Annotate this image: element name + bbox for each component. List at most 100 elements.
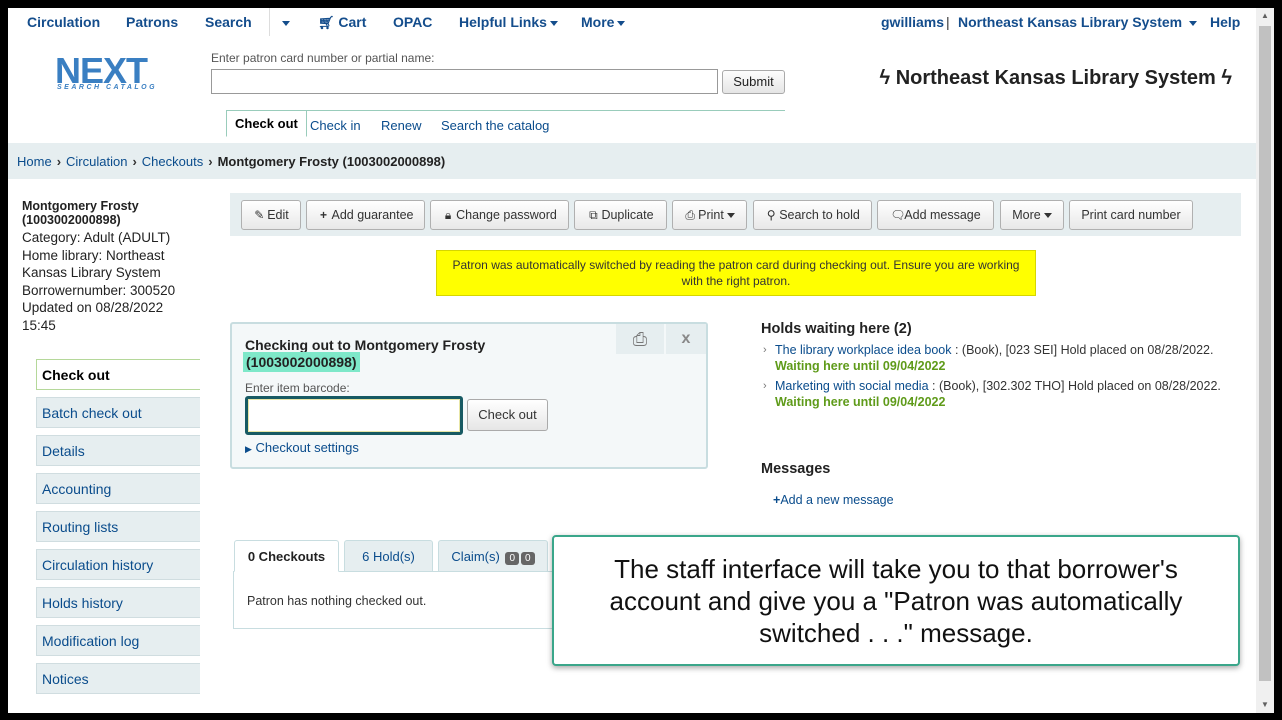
nav-user-separator: | — [946, 14, 950, 30]
search-to-hold-button[interactable]: ⚲ Search to hold — [753, 200, 872, 230]
duplicate-label: Duplicate — [601, 208, 654, 222]
checkout-settings-toggle[interactable]: ▶ Checkout settings — [245, 440, 359, 455]
nav-more-label: More — [581, 14, 615, 30]
nav-search[interactable]: Search — [205, 14, 252, 30]
vertical-scrollbar[interactable]: ▲ ▼ — [1256, 8, 1274, 713]
subtabs-divider — [226, 110, 785, 111]
printer-icon: ⎙ — [685, 208, 695, 222]
patron-borrowernumber: Borrowernumber: 300520 — [22, 282, 176, 298]
edit-label: Edit — [267, 208, 289, 222]
side-menu-holds-history[interactable]: Holds history — [36, 587, 200, 618]
claims-badge: 0 — [505, 552, 519, 565]
barcode-label: Enter item barcode: — [245, 381, 350, 395]
patron-search-input[interactable] — [211, 69, 718, 94]
caret-down-icon — [1188, 20, 1197, 26]
speech-bubble-icon: 🗨︎ — [890, 208, 906, 222]
nav-opac[interactable]: OPAC — [393, 14, 432, 30]
next-search-catalog-logo[interactable]: NEXT SEARCH CATALOG — [55, 50, 195, 96]
nav-circulation[interactable]: Circulation — [27, 14, 100, 30]
side-menu-check-out[interactable]: Check out — [36, 359, 200, 390]
subtab-check-out[interactable]: Check out — [226, 110, 307, 137]
tab-claims[interactable]: Claim(s) 00 — [438, 540, 548, 572]
nav-help[interactable]: Help — [1210, 14, 1240, 30]
nav-library-label: Northeast Kansas Library System — [958, 14, 1183, 30]
print-label: Print — [698, 208, 724, 222]
subtab-check-in[interactable]: Check in — [310, 118, 361, 133]
caret-right-icon: ▶ — [245, 444, 252, 454]
lightning-icon: ϟ — [1221, 67, 1232, 89]
patron-side-menu: Check out Batch check out Details Accoun… — [36, 359, 200, 701]
side-menu-details[interactable]: Details — [36, 435, 200, 466]
checkout-settings-label: Checkout settings — [255, 440, 359, 455]
breadcrumb-circulation[interactable]: Circulation — [66, 154, 127, 169]
holds-waiting-title: Holds waiting here (2) — [761, 321, 912, 337]
bullet-icon: › — [763, 344, 767, 356]
patron-updated: Updated on 08/28/2022 15:45 — [22, 300, 164, 333]
tab-holds[interactable]: 6 Hold(s) — [344, 540, 433, 572]
subtab-search-catalog[interactable]: Search the catalog — [441, 118, 549, 133]
change-password-button[interactable]: 🔒︎ Change password — [430, 200, 569, 230]
hold-item: › Marketing with social media : (Book), … — [761, 378, 1231, 410]
add-guarantee-button[interactable]: + Add guarantee — [306, 200, 425, 230]
check-out-button[interactable]: Check out — [467, 399, 548, 431]
plus-icon: + — [319, 208, 327, 222]
side-menu-notices[interactable]: Notices — [36, 663, 200, 694]
patron-search-submit-button[interactable]: Submit — [722, 70, 785, 94]
subtab-renew[interactable]: Renew — [381, 118, 421, 133]
caret-down-icon — [549, 20, 558, 26]
side-menu-accounting[interactable]: Accounting — [36, 473, 200, 504]
duplicate-button[interactable]: ⧉ Duplicate — [574, 200, 667, 230]
hold-detail: : (Book), [302.302 THO] Hold placed on 0… — [932, 379, 1221, 393]
add-new-message-link[interactable]: +Add a new message — [773, 493, 894, 507]
library-title: ϟ Northeast Kansas Library System ϟ — [880, 67, 1232, 90]
tab-claims-label: Claim(s) — [451, 549, 500, 564]
scroll-down-arrow-icon[interactable]: ▼ — [1256, 697, 1274, 713]
search-to-hold-label: Search to hold — [779, 208, 860, 222]
search-icon: ⚲ — [766, 208, 776, 222]
checkouts-empty-text: Patron has nothing checked out. — [247, 594, 427, 608]
nav-helpful-links[interactable]: Helpful Links — [459, 14, 558, 30]
print-icon[interactable]: ⎙ — [616, 324, 664, 354]
scrollbar-thumb[interactable] — [1259, 26, 1271, 681]
holds-waiting-section: Holds waiting here (2) › The library wor… — [761, 321, 1231, 414]
side-menu-modification-log[interactable]: Modification log — [36, 625, 200, 656]
side-menu-circulation-history[interactable]: Circulation history — [36, 549, 200, 580]
breadcrumb-checkouts[interactable]: Checkouts — [142, 154, 203, 169]
patron-switched-alert: Patron was automatically switched by rea… — [436, 250, 1036, 296]
library-title-text: Northeast Kansas Library System — [895, 67, 1216, 89]
hold-title-link[interactable]: The library workplace idea book — [775, 343, 951, 357]
patron-name: Montgomery Frosty (1003002000898) — [22, 199, 139, 227]
item-barcode-input[interactable] — [245, 396, 463, 435]
close-icon[interactable]: x — [666, 324, 706, 354]
tab-checkouts[interactable]: 0 Checkouts — [234, 540, 339, 572]
cart-icon: 🛒︎ — [318, 15, 335, 30]
more-button[interactable]: More — [1000, 200, 1064, 230]
add-message-label: Add message — [904, 208, 981, 222]
nav-search-dropdown[interactable] — [279, 14, 290, 30]
tutorial-callout: The staff interface will take you to tha… — [552, 535, 1240, 666]
breadcrumb-home[interactable]: Home — [17, 154, 52, 169]
scroll-up-arrow-icon[interactable]: ▲ — [1256, 8, 1274, 24]
nav-library[interactable]: Northeast Kansas Library System — [958, 14, 1197, 30]
nav-cart-label: Cart — [338, 14, 367, 30]
caret-down-icon — [726, 213, 735, 219]
lock-icon: 🔒︎ — [444, 208, 452, 222]
print-card-number-button[interactable]: Print card number — [1069, 200, 1193, 230]
nav-patrons[interactable]: Patrons — [126, 14, 178, 30]
print-button[interactable]: ⎙ Print — [672, 200, 747, 230]
caret-down-icon — [282, 20, 290, 26]
patron-category: Category: Adult (ADULT) — [22, 230, 171, 245]
nav-divider — [269, 8, 270, 36]
nav-user[interactable]: gwilliams — [881, 14, 944, 30]
chevron-right-icon: › — [132, 154, 137, 169]
hold-waiting-until: Waiting here until 09/04/2022 — [775, 395, 946, 409]
side-menu-routing-lists[interactable]: Routing lists — [36, 511, 200, 542]
edit-button[interactable]: ✎ Edit — [241, 200, 301, 230]
hold-title-link[interactable]: Marketing with social media — [775, 379, 929, 393]
nav-cart[interactable]: 🛒︎ Cart — [318, 14, 366, 31]
patron-search-label: Enter patron card number or partial name… — [211, 51, 435, 65]
side-menu-batch-check-out[interactable]: Batch check out — [36, 397, 200, 428]
nav-more[interactable]: More — [581, 14, 626, 30]
add-message-button[interactable]: 🗨︎Add message — [877, 200, 994, 230]
caret-down-icon — [617, 20, 626, 26]
